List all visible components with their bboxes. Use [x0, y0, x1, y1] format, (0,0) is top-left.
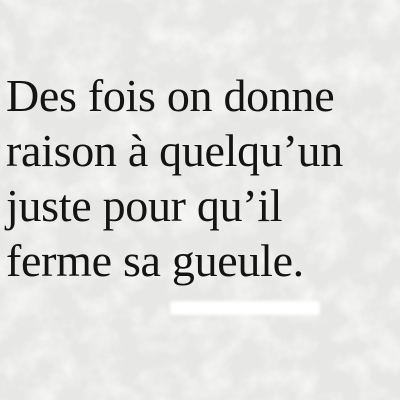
quote-line-3: juste pour qu’il [6, 180, 283, 231]
quote-line-1: Des fois on donne [6, 70, 335, 121]
quote-line-2: raison à quelqu’un [6, 125, 343, 176]
quote-text: Des fois on donne raison à quelqu’un jus… [6, 68, 396, 288]
redacted-watermark [170, 301, 320, 315]
quote-line-4: ferme sa gueule. [6, 235, 304, 286]
